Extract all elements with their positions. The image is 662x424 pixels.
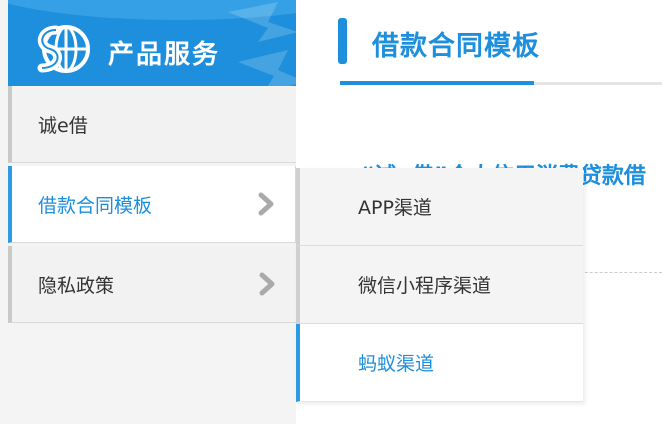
submenu-item-label: 蚂蚁渠道	[358, 353, 435, 375]
sidebar-item-loan-contract-template[interactable]: 借款合同模板	[8, 166, 296, 243]
submenu-item-label: APP渠道	[358, 197, 432, 219]
sidebar-title: 产品服务	[108, 40, 221, 70]
bank-logo-icon	[37, 25, 90, 73]
title-accent-bar	[338, 18, 347, 64]
submenu-item-label: 微信小程序渠道	[358, 275, 492, 297]
title-underline-active	[340, 81, 534, 85]
sidebar-item-label: 诚e借	[38, 114, 88, 137]
submenu-item-ant-channel[interactable]: 蚂蚁渠道	[296, 324, 583, 402]
chevron-right-icon	[258, 192, 274, 216]
submenu: APP渠道 微信小程序渠道 蚂蚁渠道	[296, 168, 583, 402]
chevron-right-icon	[259, 272, 275, 296]
sidebar-item-label: 借款合同模板	[38, 194, 153, 217]
sidebar: 产品服务 诚e借 借款合同模板 隐私政策	[0, 0, 296, 424]
sidebar-item-chengejie[interactable]: 诚e借	[8, 86, 296, 163]
submenu-item-wechat-miniprogram-channel[interactable]: 微信小程序渠道	[296, 246, 583, 324]
decorative-arrows-icon	[228, 2, 296, 86]
submenu-item-app-channel[interactable]: APP渠道	[296, 168, 583, 246]
sidebar-header: 产品服务	[8, 0, 296, 86]
sidebar-item-privacy-policy[interactable]: 隐私政策	[8, 246, 296, 323]
sidebar-item-label: 隐私政策	[38, 274, 115, 297]
page-title: 借款合同模板	[372, 31, 540, 62]
